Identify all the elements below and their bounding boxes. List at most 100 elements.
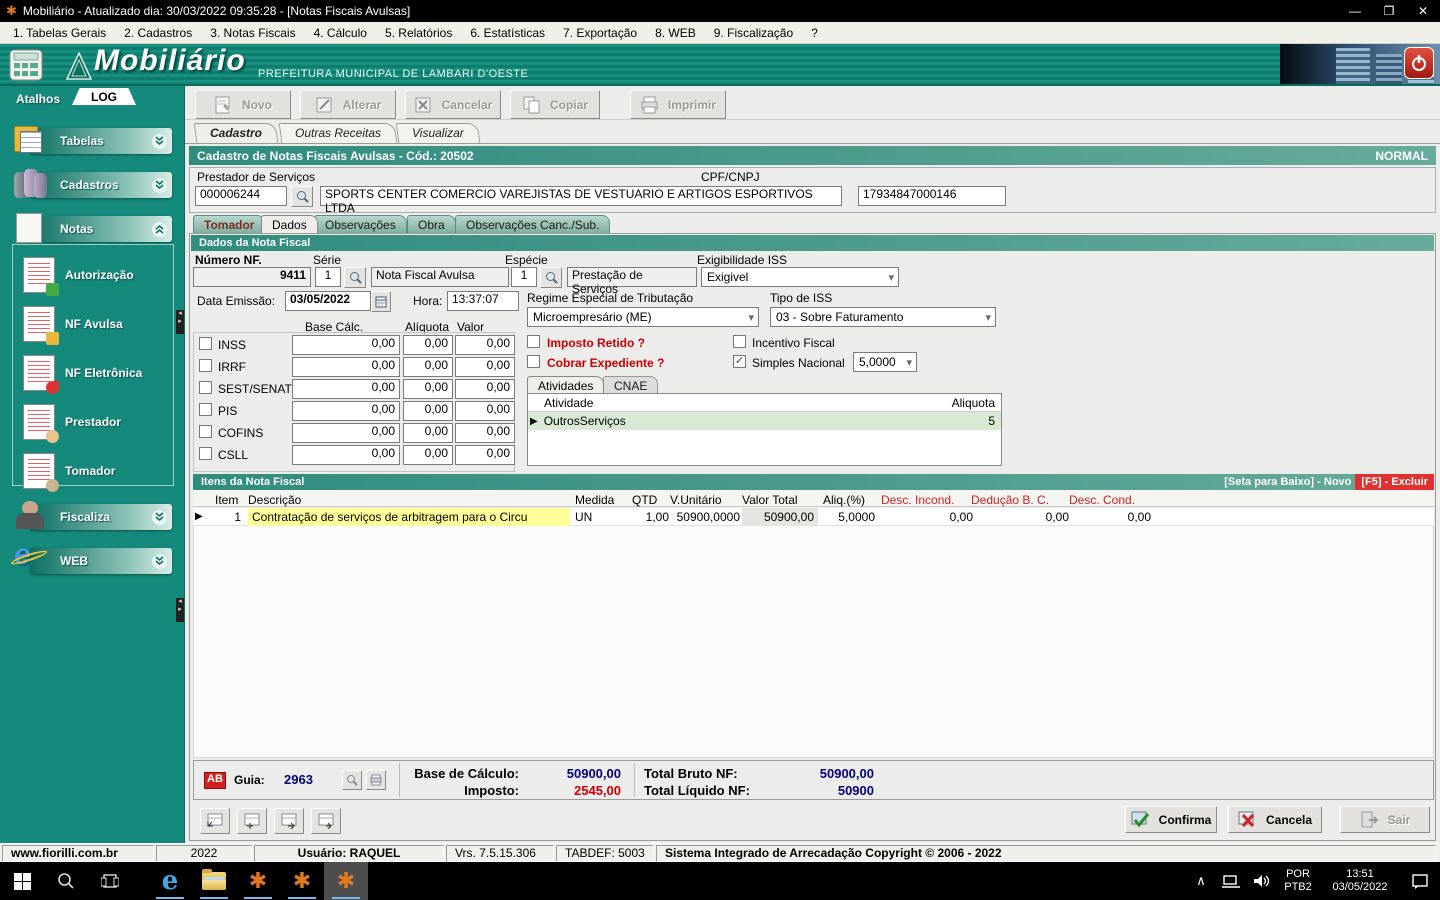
menu-relatorios[interactable]: 5. Relatórios xyxy=(376,24,461,42)
sest-base-field[interactable]: 0,00 xyxy=(292,379,400,399)
menu-web[interactable]: 8. WEB xyxy=(646,24,705,42)
imposto-retido-checkbox[interactable] xyxy=(527,335,540,348)
confirma-button[interactable]: Confirma xyxy=(1125,806,1217,833)
irrf-aliquota-field[interactable]: 0,00 xyxy=(403,357,453,377)
tab-obra[interactable]: Obra xyxy=(407,215,456,233)
hora-field[interactable]: 13:37:07 xyxy=(447,291,519,311)
cancelar-button[interactable]: Cancelar xyxy=(405,90,501,119)
guia-print-button[interactable] xyxy=(366,770,386,790)
nav-last-button[interactable] xyxy=(311,808,341,834)
restore-button[interactable]: ❐ xyxy=(1372,0,1406,22)
menu-calculo[interactable]: 4. Cálculo xyxy=(305,24,376,42)
minimize-button[interactable]: — xyxy=(1338,0,1372,22)
exigibilidade-select[interactable]: Exigivel xyxy=(701,267,899,287)
nav-next-button[interactable] xyxy=(274,808,304,834)
tray-language[interactable]: POR PTB2 xyxy=(1276,868,1320,894)
sidebar-item-autorizacao[interactable]: Autorização xyxy=(23,257,134,296)
simples-aliquota-select[interactable]: 5,0000 xyxy=(853,352,917,372)
sidebar-tab-log[interactable]: LOG xyxy=(72,88,136,105)
guia-view-button[interactable] xyxy=(342,770,362,790)
sidebar-item-tomador[interactable]: Tomador xyxy=(23,453,115,492)
sidebar-group-tabelas[interactable]: Tabelas xyxy=(14,126,172,154)
inss-aliquota-field[interactable]: 0,00 xyxy=(403,335,453,355)
chevron-down-icon[interactable] xyxy=(152,133,167,149)
tray-chevron-up[interactable]: ∧ xyxy=(1186,862,1216,900)
serie-field[interactable]: 1 xyxy=(315,267,341,287)
tipo-iss-select[interactable]: 03 - Sobre Faturamento xyxy=(770,307,996,327)
menu-fiscalizacao[interactable]: 9. Fiscalização xyxy=(705,24,802,42)
incentivo-checkbox[interactable] xyxy=(733,335,746,348)
serie-search-button[interactable] xyxy=(344,267,366,288)
tab-atividades[interactable]: Atividades xyxy=(527,376,605,393)
copiar-button[interactable]: Copiar xyxy=(510,90,600,119)
volume-icon[interactable] xyxy=(1246,862,1276,900)
chevron-down-icon[interactable] xyxy=(152,177,167,193)
taskbar-app2-button[interactable]: ✱ xyxy=(280,862,324,900)
cpf-field[interactable]: 17934847000146 xyxy=(858,186,1006,206)
irrf-checkbox[interactable] xyxy=(199,359,212,372)
taskbar-app1-button[interactable]: ✱ xyxy=(236,862,280,900)
sidebar-item-prestador[interactable]: Prestador xyxy=(23,404,121,443)
prestador-code-field[interactable]: 000006244 xyxy=(195,186,287,206)
taskbar-app3-button-active[interactable]: ✱ xyxy=(324,862,368,900)
atividade-row[interactable]: ▶ OutrosServiços 5 xyxy=(528,412,1001,430)
numero-field[interactable]: 9411 xyxy=(193,267,311,287)
cofins-checkbox[interactable] xyxy=(199,425,212,438)
tab-cnae[interactable]: CNAE xyxy=(603,376,659,393)
sair-button[interactable]: Sair xyxy=(1340,806,1430,833)
csll-valor-field[interactable]: 0,00 xyxy=(455,445,515,465)
splitter-handle[interactable]: ◂ ▸ xyxy=(176,598,184,622)
close-button[interactable]: ✕ xyxy=(1406,0,1440,22)
sest-valor-field[interactable]: 0,00 xyxy=(455,379,515,399)
sidebar-group-notas[interactable]: Notas xyxy=(16,213,172,243)
menu-tabelas-gerais[interactable]: 1. Tabelas Gerais xyxy=(4,24,115,42)
power-button[interactable] xyxy=(1404,47,1434,79)
csll-base-field[interactable]: 0,00 xyxy=(292,445,400,465)
imprimir-button[interactable]: Imprimir xyxy=(630,90,726,119)
especie-search-button[interactable] xyxy=(540,267,562,288)
alterar-button[interactable]: Alterar xyxy=(300,90,396,119)
menu-notas-fiscais[interactable]: 3. Notas Fiscais xyxy=(201,24,304,42)
pis-base-field[interactable]: 0,00 xyxy=(292,401,400,421)
menu-help[interactable]: ? xyxy=(802,24,827,42)
chevron-down-icon[interactable] xyxy=(152,553,167,569)
tray-clock[interactable]: 13:51 03/05/2022 xyxy=(1320,868,1400,894)
start-button[interactable] xyxy=(0,862,44,900)
tab-cadastro[interactable]: Cadastro xyxy=(193,123,279,143)
data-emissao-field[interactable]: 03/05/2022 xyxy=(285,291,371,311)
taskbar-explorer-button[interactable] xyxy=(192,862,236,900)
taskbar-search-button[interactable] xyxy=(44,862,88,900)
tab-tomador[interactable]: Tomador xyxy=(193,215,266,233)
sest-checkbox[interactable] xyxy=(199,381,212,394)
menu-exportacao[interactable]: 7. Exportação xyxy=(554,24,646,42)
cofins-base-field[interactable]: 0,00 xyxy=(292,423,400,443)
chevron-down-icon[interactable] xyxy=(152,509,167,525)
inss-base-field[interactable]: 0,00 xyxy=(292,335,400,355)
inss-checkbox[interactable] xyxy=(199,337,212,350)
splitter-handle[interactable]: ◂ ▸ xyxy=(176,310,184,334)
regime-select[interactable]: Microempresário (ME) xyxy=(527,307,759,327)
task-view-button[interactable] xyxy=(88,862,132,900)
sidebar-item-nf-eletronica[interactable]: NF Eletrônica xyxy=(23,355,142,394)
network-icon[interactable] xyxy=(1216,862,1246,900)
chevron-up-icon[interactable] xyxy=(152,221,167,237)
sidebar-group-web[interactable]: e WEB xyxy=(9,538,172,574)
taskbar-edge-button[interactable]: e xyxy=(148,862,192,900)
simples-checkbox[interactable]: ✓ xyxy=(733,355,746,368)
tab-observacoes[interactable]: Observações xyxy=(314,215,407,233)
cobrar-expediente-checkbox[interactable] xyxy=(527,355,540,368)
irrf-valor-field[interactable]: 0,00 xyxy=(455,357,515,377)
item-row[interactable]: ▶ 1 Contratação de serviços de arbitrage… xyxy=(193,508,1434,526)
tab-visualizar[interactable]: Visualizar xyxy=(395,123,481,143)
sidebar-group-cadastros[interactable]: Cadastros xyxy=(14,169,172,198)
pis-aliquota-field[interactable]: 0,00 xyxy=(403,401,453,421)
prestador-name-field[interactable]: SPORTS CENTER COMERCIO VAREJISTAS DE VES… xyxy=(320,186,842,215)
tab-outras-receitas[interactable]: Outras Receitas xyxy=(278,123,398,143)
csll-aliquota-field[interactable]: 0,00 xyxy=(403,445,453,465)
calendar-button[interactable] xyxy=(371,291,391,312)
cofins-valor-field[interactable]: 0,00 xyxy=(455,423,515,443)
cofins-aliquota-field[interactable]: 0,00 xyxy=(403,423,453,443)
csll-checkbox[interactable] xyxy=(199,447,212,460)
sidebar-group-fiscaliza[interactable]: Fiscaliza xyxy=(16,501,172,530)
sidebar-item-nf-avulsa[interactable]: NF Avulsa xyxy=(23,306,123,345)
